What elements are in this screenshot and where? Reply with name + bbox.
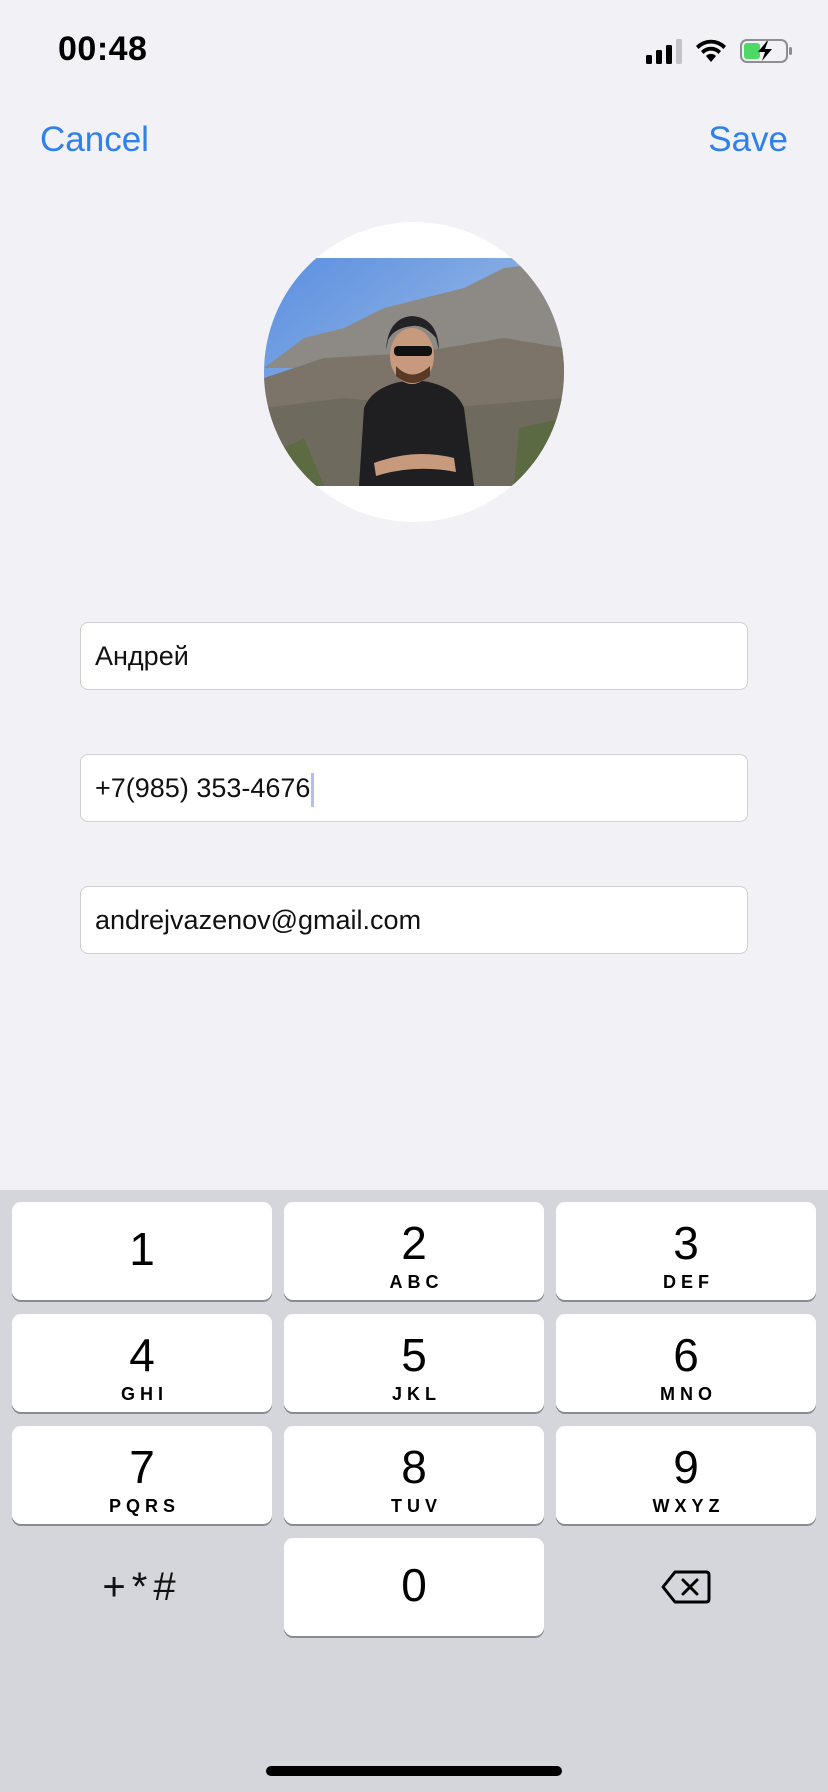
symbols-key[interactable]: +*# — [12, 1538, 272, 1636]
wifi-icon — [696, 39, 726, 62]
key-9[interactable]: 9 WXYZ — [556, 1426, 816, 1524]
avatar-photo — [264, 258, 564, 486]
key-letters: DEF — [663, 1272, 714, 1292]
key-8[interactable]: 8 TUV — [284, 1426, 544, 1524]
key-number: 1 — [129, 1223, 155, 1275]
key-number: 6 — [673, 1329, 699, 1381]
email-value: andrejvazenov@gmail.com — [95, 905, 422, 935]
key-number: 4 — [129, 1329, 155, 1381]
status-time: 00:48 — [58, 30, 148, 68]
key-letters: GHI — [120, 1384, 168, 1404]
phone-field[interactable]: +7(985) 353-4676 — [80, 754, 748, 822]
key-number: 3 — [673, 1217, 699, 1269]
key-number: 2 — [401, 1217, 427, 1269]
key-number: 9 — [673, 1441, 699, 1493]
key-letters: MNO — [660, 1384, 717, 1404]
key-4[interactable]: 4 GHI — [12, 1314, 272, 1412]
key-0[interactable]: 0 — [284, 1538, 544, 1636]
key-6[interactable]: 6 MNO — [556, 1314, 816, 1412]
text-cursor — [311, 772, 315, 807]
status-icons — [646, 36, 794, 66]
name-field[interactable]: Андрей — [80, 622, 748, 690]
cellular-signal-icon — [646, 38, 682, 64]
key-number: 5 — [401, 1329, 427, 1381]
phone-value: +7(985) 353-4676 — [95, 773, 311, 803]
key-2[interactable]: 2 ABC — [284, 1202, 544, 1300]
status-bar: 00:48 — [0, 0, 828, 100]
name-value: Андрей — [95, 641, 189, 671]
phone-keypad: 1 2 ABC 3 DEF 4 GHI 5 JKL 6 MNO 7 PQRS 8… — [0, 1190, 828, 1792]
key-letters: TUV — [391, 1496, 442, 1516]
key-number: 7 — [129, 1441, 155, 1493]
key-1[interactable]: 1 — [12, 1202, 272, 1300]
contact-avatar[interactable] — [264, 222, 564, 522]
save-button[interactable]: Save — [708, 120, 788, 160]
delete-key[interactable] — [556, 1538, 816, 1636]
key-number: 8 — [401, 1441, 427, 1493]
backspace-icon — [661, 1570, 711, 1604]
key-number: 0 — [401, 1559, 427, 1611]
key-letters: WXYZ — [652, 1496, 725, 1516]
key-3[interactable]: 3 DEF — [556, 1202, 816, 1300]
key-7[interactable]: 7 PQRS — [12, 1426, 272, 1524]
symbols-label: +*# — [102, 1564, 182, 1609]
email-field[interactable]: andrejvazenov@gmail.com — [80, 886, 748, 954]
key-letters: JKL — [391, 1384, 441, 1404]
home-indicator[interactable] — [266, 1766, 562, 1776]
battery-charging-icon — [740, 39, 792, 63]
key-letters: PQRS — [108, 1496, 180, 1516]
cancel-button[interactable]: Cancel — [40, 120, 149, 160]
key-letters: ABC — [389, 1272, 444, 1292]
key-5[interactable]: 5 JKL — [284, 1314, 544, 1412]
